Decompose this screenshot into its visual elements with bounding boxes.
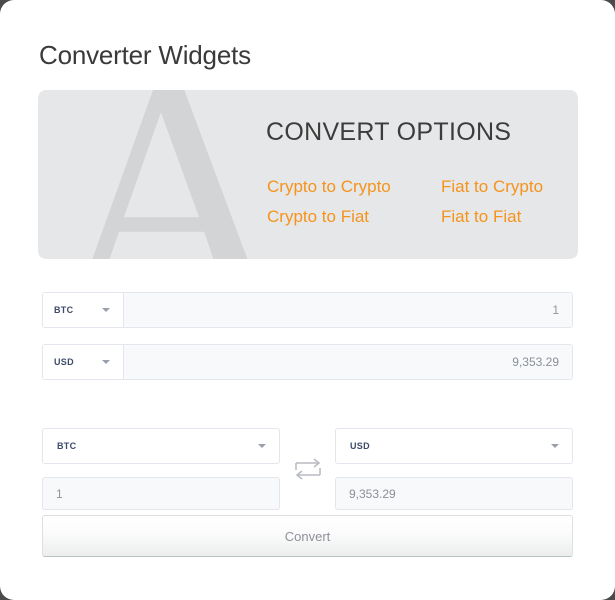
chevron-down-icon (551, 444, 559, 448)
convert-options-heading: CONVERT OPTIONS (266, 118, 512, 146)
from-currency-select[interactable]: BTC (42, 428, 280, 464)
link-fiat-to-fiat[interactable]: Fiat to Fiat (441, 206, 521, 228)
chevron-down-icon (102, 308, 110, 312)
to-currency-select[interactable]: USD (335, 428, 573, 464)
amount-input-usd[interactable] (124, 345, 572, 379)
swap-arrows-icon[interactable] (292, 455, 324, 485)
convert-options-content: CONVERT OPTIONS Crypto to Crypto Fiat to… (228, 90, 578, 259)
from-currency-label: BTC (57, 441, 77, 451)
convert-button[interactable]: Convert (42, 515, 573, 557)
to-amount-input[interactable] (335, 477, 573, 510)
convert-options-row: Crypto to Fiat Fiat to Fiat (267, 202, 578, 232)
from-amount-input[interactable] (42, 477, 280, 510)
currency-select-btc-label: BTC (54, 305, 74, 315)
to-currency-label: USD (350, 441, 370, 451)
currency-select-usd-label: USD (54, 357, 74, 367)
page-title: Converter Widgets (39, 40, 251, 70)
currency-select-btc[interactable]: BTC (43, 293, 124, 327)
convert-options-links: Crypto to Crypto Fiat to Crypto Crypto t… (267, 172, 578, 232)
link-crypto-to-crypto[interactable]: Crypto to Crypto (267, 176, 441, 198)
chevron-down-icon (102, 360, 110, 364)
link-fiat-to-crypto[interactable]: Fiat to Crypto (441, 176, 543, 198)
converter-to-side: USD (335, 428, 573, 510)
convert-options-card: A CONVERT OPTIONS Crypto to Crypto Fiat … (38, 90, 578, 259)
inline-converter-row-btc: BTC (42, 292, 573, 328)
chevron-down-icon (258, 444, 266, 448)
page-root: Converter Widgets A CONVERT OPTIONS Cryp… (0, 0, 615, 600)
convert-options-row: Crypto to Crypto Fiat to Crypto (267, 172, 578, 202)
currency-select-usd[interactable]: USD (43, 345, 124, 379)
inline-converter-row-usd: USD (42, 344, 573, 380)
link-crypto-to-fiat[interactable]: Crypto to Fiat (267, 206, 441, 228)
converter-from-side: BTC (42, 428, 280, 510)
amount-input-btc[interactable] (124, 293, 572, 327)
